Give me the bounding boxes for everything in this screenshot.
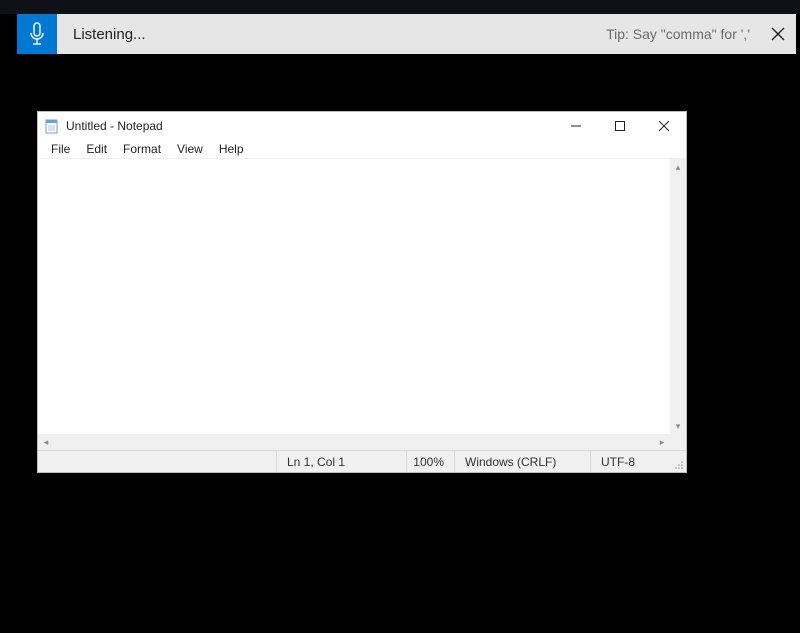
menu-view[interactable]: View <box>169 141 211 157</box>
vertical-scrollbar[interactable]: ▴ ▾ <box>670 159 686 434</box>
scrollbar-corner <box>670 434 686 450</box>
microphone-button[interactable] <box>17 14 57 54</box>
notepad-window: Untitled - Notepad File Edit Format View… <box>37 111 687 473</box>
voice-status-text: Listening... <box>57 26 146 43</box>
menu-bar: File Edit Format View Help <box>38 139 686 159</box>
status-bar: Ln 1, Col 1 100% Windows (CRLF) UTF-8 <box>38 450 686 472</box>
voice-close-button[interactable] <box>760 14 796 54</box>
notepad-icon <box>44 118 60 134</box>
close-icon <box>659 121 669 131</box>
minimize-icon <box>571 121 581 131</box>
text-editor-area[interactable]: ▴ ▾ ◂ ▸ <box>38 159 686 450</box>
window-title: Untitled - Notepad <box>66 119 163 133</box>
close-icon <box>771 27 785 41</box>
title-bar[interactable]: Untitled - Notepad <box>38 112 686 139</box>
status-spacer <box>38 451 276 472</box>
scroll-left-icon[interactable]: ◂ <box>38 434 54 450</box>
window-controls <box>554 112 686 139</box>
menu-file[interactable]: File <box>43 141 78 157</box>
horizontal-scrollbar[interactable]: ◂ ▸ <box>38 434 670 450</box>
status-zoom: 100% <box>406 451 454 472</box>
status-encoding: UTF-8 <box>590 451 674 472</box>
resize-grip-icon <box>673 449 685 471</box>
scroll-down-icon[interactable]: ▾ <box>670 418 686 434</box>
maximize-icon <box>615 121 625 131</box>
microphone-icon <box>28 22 46 46</box>
status-cursor-position: Ln 1, Col 1 <box>276 451 406 472</box>
voice-typing-bar: Listening... Tip: Say "comma" for ',' <box>17 14 796 54</box>
status-line-ending: Windows (CRLF) <box>454 451 590 472</box>
menu-help[interactable]: Help <box>211 141 252 157</box>
close-button[interactable] <box>642 112 686 139</box>
scroll-up-icon[interactable]: ▴ <box>670 159 686 175</box>
resize-grip[interactable] <box>674 451 686 472</box>
menu-format[interactable]: Format <box>115 141 169 157</box>
top-background-strip <box>0 0 800 14</box>
menu-edit[interactable]: Edit <box>78 141 115 157</box>
voice-tip-text: Tip: Say "comma" for ',' <box>606 26 760 42</box>
maximize-button[interactable] <box>598 112 642 139</box>
minimize-button[interactable] <box>554 112 598 139</box>
scroll-right-icon[interactable]: ▸ <box>654 434 670 450</box>
